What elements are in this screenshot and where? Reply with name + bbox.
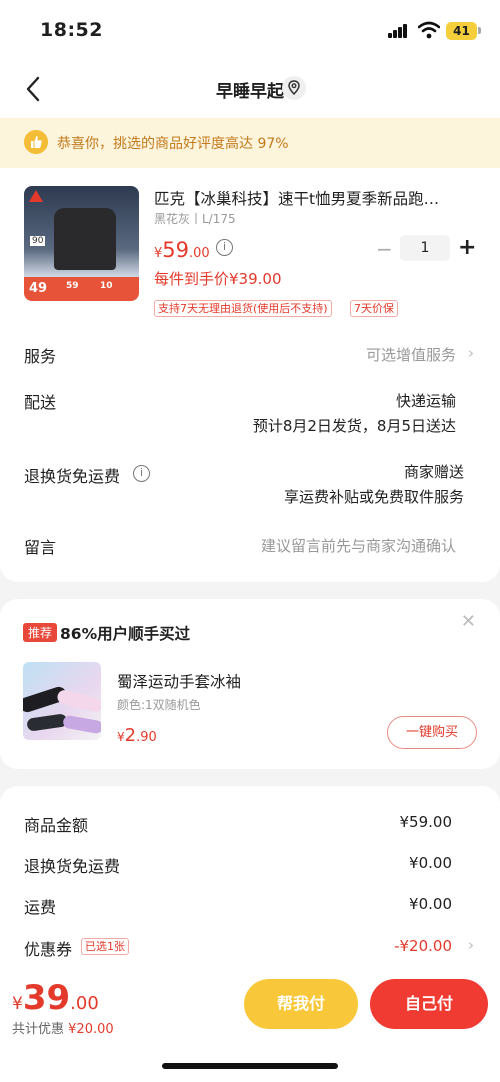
total-int: 39	[22, 978, 71, 1018]
signal-icon	[388, 24, 408, 38]
recommend-item-name[interactable]: 蜀泽运动手套冰袖	[117, 670, 241, 692]
shipping-label: 运费	[24, 898, 57, 917]
location-icon[interactable]	[282, 76, 306, 100]
return-shipping-label: 退换货免运费	[24, 467, 121, 486]
total-dec: .00	[70, 993, 99, 1014]
recommend-card: 推荐 86%用户顺手买过 ✕ 蜀泽运动手套冰袖 颜色:1双随机色 ¥2.90 一…	[0, 599, 500, 769]
product-spec[interactable]: 黑花灰丨L/175	[154, 210, 236, 227]
return-policy-tag: 支持7天无理由退货(使用后不支持)	[154, 300, 332, 317]
nav-bar: 早睡早起	[0, 62, 500, 118]
home-indicator[interactable]	[162, 1063, 338, 1069]
delivery-method[interactable]: 快递运输	[396, 390, 456, 411]
service-label: 服务	[24, 347, 57, 366]
chevron-right-icon: ›	[468, 936, 474, 954]
price-info-icon[interactable]: i	[216, 239, 233, 256]
message-label: 留言	[24, 538, 57, 557]
recommend-price: ¥2.90	[117, 725, 157, 746]
order-card: 90 49 59 10 匹克【冰巢科技】速干t恤男夏季新品跑… 黑花灰丨L/17…	[0, 168, 500, 582]
image-badge-10: 10	[100, 281, 113, 291]
recommend-price-int: 2	[124, 725, 137, 746]
delivery-time: 预计8月2日发货，8月5日送达	[252, 417, 456, 435]
battery-tip	[478, 27, 481, 34]
return-shipping-value: 商家赠送	[403, 463, 464, 481]
price-dec: .00	[189, 246, 210, 261]
recommend-badge: 推荐	[23, 623, 58, 642]
one-click-buy-button[interactable]: 一键购买	[387, 716, 477, 749]
quantity-decrease-button[interactable]: −	[376, 237, 393, 261]
hand-price: 每件到手价¥39.00	[154, 270, 282, 288]
chevron-right-icon: ›	[468, 344, 474, 362]
total-saved: 共计优惠 ¥20.00	[12, 1018, 114, 1037]
close-icon[interactable]: ✕	[461, 611, 476, 632]
saved-label: 共计优惠	[12, 1022, 65, 1037]
recommend-image[interactable]	[23, 662, 101, 740]
goods-amount-label: 商品金额	[24, 816, 89, 835]
status-bar: 18:52 41	[0, 0, 500, 62]
recommend-price-dec: .90	[136, 730, 157, 745]
page-title: 早睡早起	[216, 82, 284, 102]
battery-icon: 41	[446, 22, 477, 40]
image-badge-90: 90	[30, 236, 46, 246]
service-value[interactable]: 可选增值服务	[366, 344, 456, 365]
product-name[interactable]: 匹克【冰巢科技】速干t恤男夏季新品跑…	[154, 187, 474, 209]
recommend-price-symbol: ¥	[117, 730, 125, 744]
help-me-pay-button[interactable]: 帮我付	[244, 979, 358, 1029]
total-symbol: ¥	[12, 994, 23, 1014]
return-fee-label: 退换货免运费	[24, 857, 121, 876]
image-badge-59: 59	[66, 281, 79, 291]
saved-value: ¥20.00	[68, 1022, 114, 1037]
thumbs-up-icon	[24, 130, 48, 154]
price-protect-tag: 7天价保	[350, 300, 398, 317]
recommend-item-spec: 颜色:1双随机色	[117, 698, 201, 712]
product-image[interactable]: 90 49 59 10	[24, 186, 139, 301]
goods-amount-value: ¥59.00	[399, 813, 453, 831]
product-price: ¥59.00	[154, 238, 210, 262]
recommend-title: 86%用户顺手买过	[60, 625, 191, 643]
status-time: 18:52	[40, 19, 103, 41]
coupon-tag: 已选1张	[81, 938, 129, 955]
image-price-strip: 49 59 10	[24, 277, 139, 301]
rating-banner: 恭喜你，挑选的商品好评度高达 97%	[0, 118, 500, 168]
return-info-icon[interactable]: i	[133, 465, 150, 482]
return-shipping-desc: 享运费补贴或免费取件服务	[283, 488, 464, 506]
coupon-label: 优惠券	[24, 940, 73, 959]
delivery-label: 配送	[24, 393, 57, 412]
message-input[interactable]: 建议留言前先与商家沟通确认	[261, 535, 456, 556]
shirt-illustration	[54, 208, 116, 270]
coupon-value[interactable]: -¥20.00	[394, 937, 452, 955]
pay-myself-button[interactable]: 自己付	[370, 979, 488, 1029]
brand-logo-icon	[29, 190, 43, 202]
wifi-icon	[418, 21, 440, 39]
return-fee-value: ¥0.00	[409, 854, 452, 872]
image-badge-49: 49	[29, 281, 48, 296]
price-int: 59	[162, 238, 190, 262]
quantity-input[interactable]: 1	[400, 235, 450, 261]
total-price: ¥39.00	[12, 978, 99, 1018]
shipping-value: ¥0.00	[409, 895, 452, 913]
quantity-increase-button[interactable]: +	[458, 235, 476, 260]
banner-text: 恭喜你，挑选的商品好评度高达 97%	[57, 136, 289, 152]
